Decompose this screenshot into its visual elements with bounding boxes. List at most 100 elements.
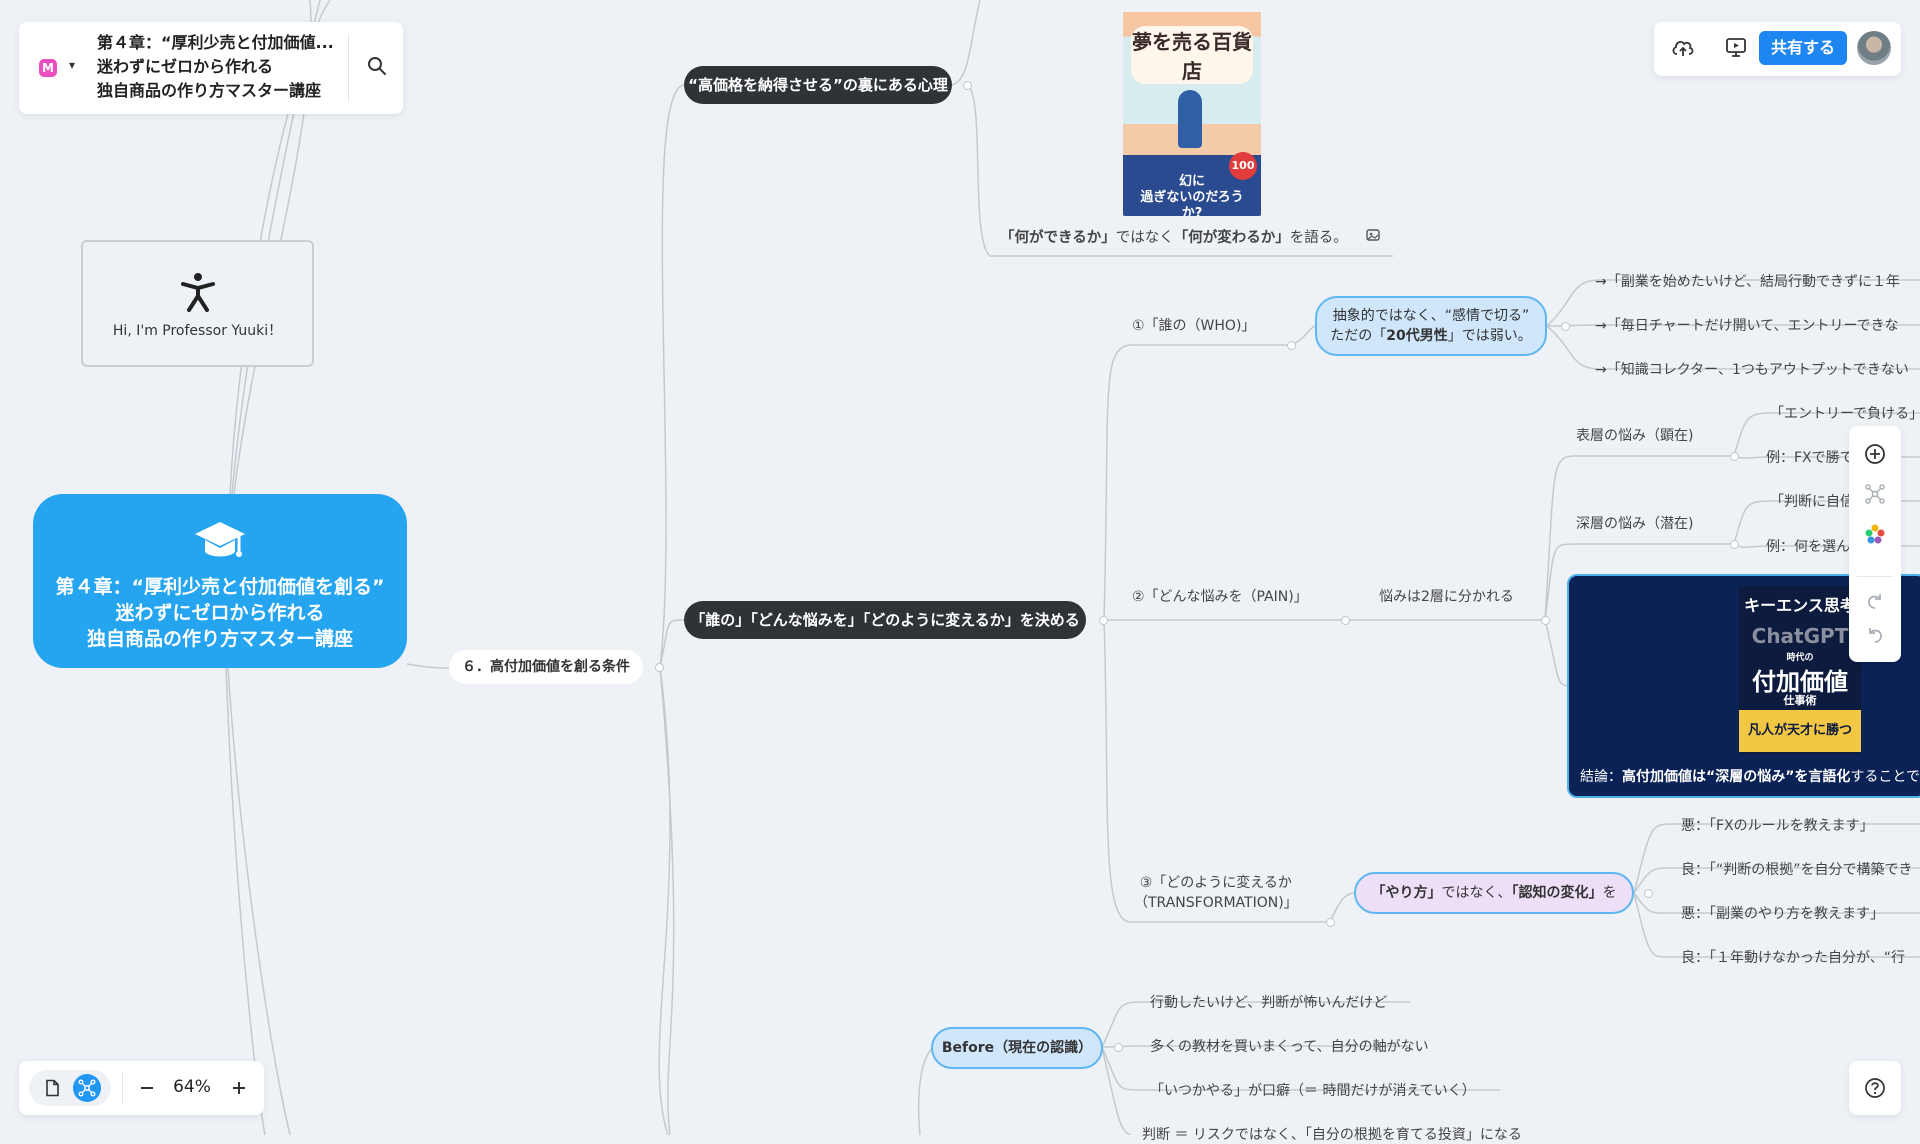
pain-surface[interactable]: 表層の悩み（顕在) bbox=[1576, 425, 1693, 445]
who-example[interactable]: →「副業を始めたいけど、結局行動できずに１年 bbox=[1595, 271, 1900, 291]
presentation-icon[interactable] bbox=[1724, 37, 1748, 59]
root-topic[interactable]: 第４章：“厚利少売と付加価値を創る” 迷わずにゼロから作れる 独自商品の作り方マ… bbox=[33, 494, 407, 668]
sticky-note[interactable]: Hi, I'm Professor Yuuki！ bbox=[81, 240, 314, 367]
transformation-part: ではなく、 bbox=[1441, 885, 1512, 901]
transformation-item[interactable]: 悪：「副業のやり方を教えます」 bbox=[1681, 903, 1884, 923]
before-item[interactable]: 多くの教材を買いまくって、自分の軸がない bbox=[1150, 1036, 1429, 1056]
conclusion-part: 結論： bbox=[1580, 769, 1622, 785]
topic-decide[interactable]: 「誰の」「どんな悩みを」「どのように変えるか」を決める bbox=[684, 601, 1086, 639]
transformation-label[interactable]: ③「どのように変えるか （TRANSFORMATION)」 bbox=[1134, 873, 1298, 913]
user-avatar[interactable] bbox=[1857, 31, 1891, 65]
pain-surface-item[interactable]: 「エントリーで負ける」 bbox=[1770, 403, 1920, 423]
image-icon[interactable] bbox=[1366, 229, 1380, 241]
book-cover-line: 仕事術 bbox=[1783, 694, 1817, 707]
book-cover-line: 凡人が天才に勝つ bbox=[1739, 710, 1861, 752]
topic-before[interactable]: Before（現在の認識） bbox=[931, 1027, 1103, 1069]
topic-psychology[interactable]: “高価格を納得させる”の裏にある心理 bbox=[684, 66, 952, 104]
mindmap-canvas[interactable]: Hi, I'm Professor Yuuki！ 第４章：“厚利少売と付加価値を… bbox=[0, 0, 1920, 1143]
document-panel: M ▾ 第４章：“厚利少売と付加価値... 迷わずにゼロから作れる 独自商品の作… bbox=[19, 22, 403, 114]
connector-dot bbox=[1114, 1043, 1123, 1052]
conclusion-text: 結論：高付加価値は“深層の悩み”を言語化することで bbox=[1580, 766, 1920, 786]
caption-part: を語る。 bbox=[1289, 230, 1348, 246]
connector-dot bbox=[1326, 918, 1335, 927]
divider bbox=[122, 1073, 123, 1103]
search-icon[interactable] bbox=[367, 56, 387, 76]
who-bubble-part: 20代男性 bbox=[1386, 328, 1448, 344]
connector-dot bbox=[1341, 616, 1350, 625]
who-example[interactable]: →「毎日チャートだけ開いて、エントリーできな bbox=[1595, 315, 1899, 335]
pain-layers-label[interactable]: 悩みは2層に分かれる bbox=[1379, 586, 1514, 606]
transformation-item[interactable]: 良：「“判断の根拠”を自分で構築でき bbox=[1681, 859, 1913, 879]
caption-part: ではなく bbox=[1115, 230, 1174, 246]
zoom-level[interactable]: 64% bbox=[169, 1077, 215, 1097]
transformation-item[interactable]: 良：「１年動けなかった自分が、“行 bbox=[1681, 947, 1905, 967]
transformation-part: を bbox=[1602, 885, 1617, 901]
redo-icon[interactable] bbox=[1864, 591, 1886, 613]
branch-topic[interactable]: ６．高付加価値を創る条件 bbox=[449, 650, 643, 684]
connector-dot bbox=[963, 81, 972, 90]
cloud-upload-icon[interactable] bbox=[1671, 37, 1695, 59]
right-toolbar bbox=[1849, 426, 1901, 662]
caption-part: 「何が変わるか」 bbox=[1173, 230, 1290, 246]
connector-dot bbox=[655, 663, 664, 672]
book-cover-image: キーエンス思考 ChatGPT 時代の 付加価値 仕事術 凡人が天才に勝つ bbox=[1739, 586, 1861, 754]
transformation-bubble[interactable]: 「やり方」ではなく、「認知の変化」を bbox=[1354, 872, 1634, 914]
chevron-down-icon[interactable]: ▾ bbox=[69, 58, 75, 72]
caption-part: 「何ができるか」 bbox=[1000, 230, 1116, 246]
who-bubble-line: ただの「20代男性」では弱い。 bbox=[1317, 326, 1545, 346]
help-button[interactable] bbox=[1849, 1061, 1901, 1115]
accessibility-person-icon bbox=[181, 273, 215, 312]
color-palette-icon[interactable] bbox=[1864, 523, 1886, 545]
pain-deep[interactable]: 深層の悩み（潜在) bbox=[1576, 513, 1693, 533]
before-item[interactable]: 行動したいけど、判断が怖いんだけど bbox=[1150, 992, 1387, 1012]
mindmap-view-button[interactable] bbox=[73, 1074, 101, 1102]
undo-icon[interactable] bbox=[1864, 625, 1886, 647]
root-topic-text: 第４章：“厚利少売と付加価値を創る” 迷わずにゼロから作れる 独自商品の作り方マ… bbox=[55, 576, 385, 650]
divider bbox=[348, 34, 349, 102]
book-cover-subtitle: 幻に 過ぎないのだろうか? bbox=[1140, 174, 1244, 216]
who-example[interactable]: →「知識コレクター、1つもアウトプットできない bbox=[1595, 359, 1909, 379]
book-cover-line: キーエンス思考 bbox=[1744, 596, 1856, 615]
who-label[interactable]: ①「誰の（WHO)」 bbox=[1132, 315, 1255, 335]
conclusion-part: 高付加価値は“深層の悩み”を言語化 bbox=[1622, 769, 1851, 785]
mindmap-view-icon bbox=[78, 1079, 96, 1097]
outline-view-icon[interactable] bbox=[43, 1079, 61, 1097]
book-cover-image[interactable]: 夢を売る百貨店 100 幻に 過ぎないのだろうか? bbox=[1123, 12, 1261, 216]
divider bbox=[1857, 576, 1893, 577]
book-cover-title: 夢を売る百貨店 bbox=[1131, 26, 1253, 84]
book-cover-line: ChatGPT bbox=[1751, 624, 1849, 648]
connector-dot bbox=[1099, 616, 1108, 625]
document-title[interactable]: 第４章：“厚利少売と付加価値... 迷わずにゼロから作れる 独自商品の作り方マス… bbox=[97, 31, 362, 103]
share-button[interactable]: 共有する bbox=[1759, 31, 1847, 65]
who-bubble-line: 抽象的ではなく、“感情で切る” bbox=[1332, 308, 1530, 324]
connector-dot bbox=[1644, 889, 1653, 898]
top-toolbar: 共有する bbox=[1654, 22, 1901, 76]
who-bubble-part: 」では弱い。 bbox=[1447, 328, 1532, 344]
add-topic-icon[interactable] bbox=[1864, 443, 1886, 465]
connector-dot bbox=[1730, 540, 1739, 549]
structure-icon[interactable] bbox=[1864, 483, 1886, 505]
app-logo-icon[interactable]: M bbox=[39, 59, 57, 77]
transformation-part: 「認知の変化」 bbox=[1511, 885, 1603, 901]
transformation-label-line: （TRANSFORMATION)」 bbox=[1134, 895, 1298, 911]
conclusion-part: することで bbox=[1850, 769, 1920, 785]
connector-dot bbox=[1541, 616, 1550, 625]
transformation-label-line: ③「どのように変えるか bbox=[1139, 875, 1292, 891]
book-cover-figure bbox=[1178, 90, 1202, 148]
pain-label[interactable]: ②「どんな悩みを（PAIN)」 bbox=[1132, 586, 1308, 606]
zoom-out-icon[interactable] bbox=[139, 1080, 155, 1096]
transformation-part: 「やり方」 bbox=[1371, 885, 1442, 901]
who-bubble[interactable]: 抽象的ではなく、“感情で切る” ただの「20代男性」では弱い。 bbox=[1315, 296, 1547, 356]
zoom-in-icon[interactable] bbox=[231, 1080, 247, 1096]
graduation-cap-icon bbox=[195, 522, 245, 557]
before-item[interactable]: 「いつかやる」が口癖（＝ 時間だけが消えていく） bbox=[1150, 1080, 1476, 1100]
sticky-text: Hi, I'm Professor Yuuki！ bbox=[112, 323, 283, 339]
before-item[interactable]: 判断 ＝ リスクではなく、「自分の根拠を育てる投資」になる bbox=[1142, 1124, 1522, 1144]
help-icon bbox=[1865, 1078, 1885, 1098]
who-bubble-part: ただの「 bbox=[1330, 328, 1387, 344]
caption-change: 「何ができるか」ではなく「何が変わるか」を語る。 bbox=[1000, 226, 1348, 247]
connector-dot bbox=[1287, 341, 1296, 350]
transformation-item[interactable]: 悪：「FXのルールを教えます」 bbox=[1681, 815, 1874, 835]
zoom-bar: 64% bbox=[19, 1061, 264, 1115]
view-toggle bbox=[29, 1070, 111, 1106]
